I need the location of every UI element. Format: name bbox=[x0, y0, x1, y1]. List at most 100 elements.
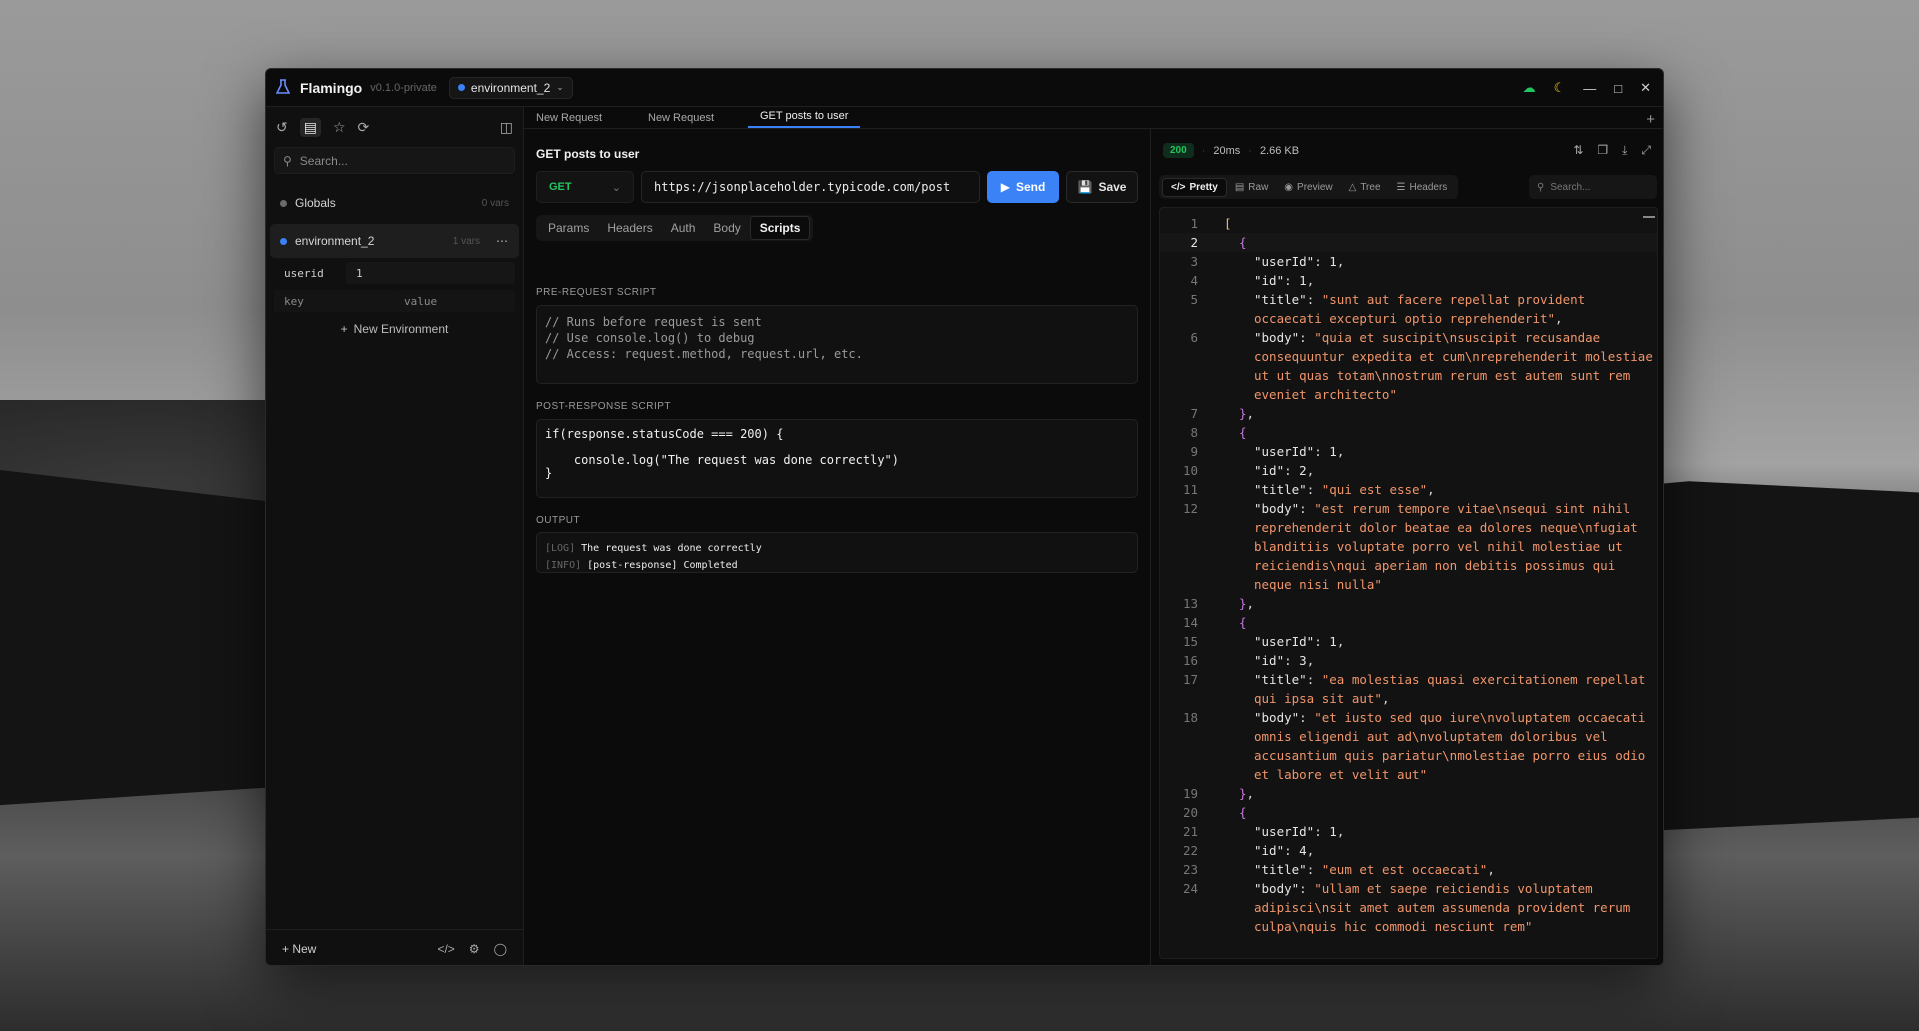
line-number: 7 bbox=[1190, 406, 1198, 421]
code-line: // Use console.log() to debug bbox=[545, 331, 755, 345]
maximize-icon[interactable]: □ bbox=[1614, 81, 1622, 96]
line-number: 20 bbox=[1182, 805, 1198, 820]
new-button[interactable]: + New bbox=[282, 942, 316, 956]
new-environment-button[interactable]: + New Environment bbox=[266, 322, 523, 336]
request-title: GET posts to user bbox=[536, 147, 640, 161]
post-response-editor[interactable]: if(response.statusCode === 200) { consol… bbox=[536, 419, 1138, 498]
collapse-sidebar-icon[interactable]: ◫ bbox=[500, 119, 513, 136]
code-icon[interactable]: </> bbox=[437, 942, 454, 956]
tab-raw-label: Raw bbox=[1248, 181, 1269, 193]
file-icon: ▤ bbox=[1234, 181, 1245, 193]
method-select[interactable]: GET ⌄ bbox=[536, 171, 634, 203]
tab-pretty[interactable]: </> Pretty bbox=[1162, 177, 1227, 197]
more-options-icon[interactable]: ⋯ bbox=[496, 234, 509, 248]
code-line: 10 "id": 2, bbox=[1160, 461, 1657, 480]
history-icon[interactable]: ↺ bbox=[276, 119, 288, 136]
line-number: 10 bbox=[1182, 463, 1198, 478]
copy-icon[interactable]: ❐ bbox=[1597, 143, 1608, 158]
variable-value[interactable]: 1 bbox=[346, 262, 515, 284]
eye-icon: ◉ bbox=[1284, 181, 1294, 193]
tab-raw[interactable]: ▤ Raw bbox=[1227, 179, 1276, 196]
line-content: "userId": 1, bbox=[1254, 634, 1345, 649]
app-version: v0.1.0-private bbox=[370, 81, 437, 94]
code-line: // Runs before request is sent bbox=[545, 315, 762, 329]
gear-icon[interactable]: ⚙ bbox=[469, 942, 480, 956]
environment-dot-icon bbox=[457, 84, 465, 91]
moon-icon[interactable]: ☾ bbox=[1554, 80, 1566, 96]
code-line: 4 "id": 1, bbox=[1160, 271, 1657, 290]
cloud-sync-icon[interactable]: ☁ bbox=[1523, 80, 1536, 96]
tab-body[interactable]: Body bbox=[704, 217, 749, 239]
refresh-icon[interactable]: ⟳ bbox=[358, 119, 370, 136]
url-input[interactable]: https://jsonplaceholder.typicode.com/pos… bbox=[641, 171, 980, 203]
request-tabs: New Request New Request GET posts to use… bbox=[524, 107, 1663, 129]
new-variable-key-input[interactable]: key bbox=[274, 290, 394, 312]
code-line: 20 { bbox=[1160, 803, 1657, 822]
sidebar-search-input[interactable]: ⚲ Search... bbox=[274, 147, 515, 174]
line-content: }, bbox=[1239, 596, 1255, 611]
new-variable-value-input[interactable]: value bbox=[394, 290, 515, 312]
line-content: "title": "ea molestias quasi exercitatio… bbox=[1254, 672, 1653, 706]
code-line: 13}, bbox=[1160, 594, 1657, 613]
code-line: 3 "userId": 1, bbox=[1160, 252, 1657, 271]
code-line: 8{ bbox=[1160, 423, 1657, 442]
environment-item[interactable]: environment_2 1 vars ⋯ bbox=[270, 224, 519, 258]
star-icon[interactable]: ☆ bbox=[333, 119, 346, 136]
response-search-input[interactable]: ⚲ Search... bbox=[1529, 175, 1657, 199]
add-tab-icon[interactable]: + bbox=[1646, 111, 1655, 128]
code-line: 23 "title": "eum et est occaecati", bbox=[1160, 860, 1657, 879]
line-content: "id": 3, bbox=[1254, 653, 1315, 668]
response-meta: 200 · 20ms · 2.66 KB bbox=[1163, 143, 1299, 158]
expand-icon[interactable]: ⤢ bbox=[1641, 143, 1651, 158]
line-content: "id": 1, bbox=[1254, 273, 1315, 288]
log-message: The request was done correctly bbox=[581, 543, 762, 554]
tab-params[interactable]: Params bbox=[539, 217, 598, 239]
wrap-icon[interactable]: ⇅ bbox=[1573, 143, 1583, 158]
line-content: { bbox=[1239, 615, 1247, 630]
code-line: 2{ bbox=[1160, 233, 1657, 252]
globals-dot-icon bbox=[280, 199, 287, 207]
tab-new-request-1[interactable]: New Request bbox=[524, 112, 636, 128]
download-icon[interactable]: ⤓ bbox=[1622, 143, 1627, 158]
code-line: 12 "body": "est rerum tempore vitae\nsequ… bbox=[1160, 499, 1657, 594]
flask-logo-icon bbox=[275, 78, 292, 97]
environment-dot-icon bbox=[280, 237, 287, 245]
tab-tree[interactable]: △ Tree bbox=[1341, 179, 1389, 196]
environment-selector[interactable]: environment_2 ⌄ bbox=[448, 76, 573, 99]
log-level: [LOG] bbox=[545, 543, 576, 554]
response-toolbar: ⇅ ❐ ⤓ ⤢ bbox=[1573, 143, 1651, 158]
line-number: 9 bbox=[1190, 444, 1198, 459]
code-line: 21 "userId": 1, bbox=[1160, 822, 1657, 841]
pre-request-editor[interactable]: // Runs before request is sent // Use con… bbox=[536, 305, 1138, 384]
environments-icon[interactable]: ▤ bbox=[299, 117, 321, 137]
line-content: "body": "et iusto sed quo iure\nvoluptat… bbox=[1254, 710, 1653, 782]
plus-icon: + bbox=[340, 322, 348, 336]
response-view-tabs: </> Pretty ▤ Raw ◉ Preview △ Tree ☰ Headers bbox=[1159, 175, 1459, 199]
output-console: [LOG] The request was done correctly [INF… bbox=[536, 532, 1138, 573]
tab-scripts[interactable]: Scripts bbox=[749, 216, 811, 240]
tab-headers[interactable]: Headers bbox=[598, 217, 661, 239]
tab-new-request-2[interactable]: New Request bbox=[636, 112, 748, 128]
line-content: }, bbox=[1239, 406, 1255, 421]
save-button[interactable]: 💾 Save bbox=[1066, 171, 1138, 203]
tab-headers-view[interactable]: ☰ Headers bbox=[1389, 179, 1456, 196]
tab-auth[interactable]: Auth bbox=[662, 217, 705, 239]
tab-preview[interactable]: ◉ Preview bbox=[1276, 179, 1340, 196]
sidebar: ↺ ▤ ☆ ⟳ ◫ ⚲ Search... Globals 0 vars env… bbox=[266, 107, 524, 965]
line-number: 3 bbox=[1190, 254, 1198, 269]
tab-get-posts-to-user[interactable]: GET posts to user bbox=[748, 110, 861, 128]
log-level: [INFO] bbox=[545, 560, 582, 571]
line-number: 15 bbox=[1182, 634, 1198, 649]
line-number: 19 bbox=[1182, 786, 1198, 801]
variable-key[interactable]: userid bbox=[274, 262, 346, 284]
tab-preview-label: Preview bbox=[1297, 181, 1333, 193]
github-icon[interactable]: ◯ bbox=[494, 942, 507, 956]
send-button[interactable]: ▶ Send bbox=[987, 171, 1059, 203]
response-body-editor[interactable]: 1[2{3 "userId": 1, 4 "id": 1, 5 "title": "sun… bbox=[1159, 207, 1658, 959]
line-content: "userId": 1, bbox=[1254, 444, 1345, 459]
close-icon[interactable]: ✕ bbox=[1640, 80, 1651, 96]
line-number: 5 bbox=[1190, 292, 1198, 307]
globals-item[interactable]: Globals 0 vars bbox=[270, 186, 519, 220]
minimize-icon[interactable]: — bbox=[1583, 81, 1596, 96]
code-line: if(response.statusCode === 200) { bbox=[545, 427, 784, 441]
